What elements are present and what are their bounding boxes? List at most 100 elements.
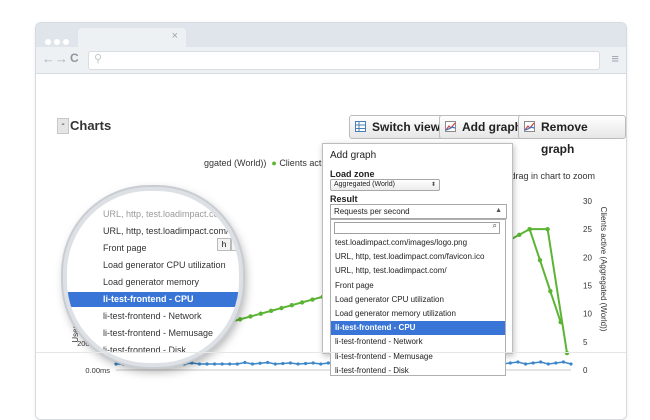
result-option[interactable]: test.loadimpact.com/images/logo.png xyxy=(331,236,505,250)
response-time-point xyxy=(190,361,194,365)
back-icon[interactable]: ← xyxy=(42,51,55,66)
clients-active-point xyxy=(545,226,550,232)
y-right-tick-label: 10 xyxy=(583,310,592,319)
response-time-point xyxy=(281,361,285,366)
clients-active-point xyxy=(527,226,532,232)
load-zone-value: Aggregated (World) xyxy=(334,181,395,188)
result-dropdown[interactable]: Requests per second ▲ ⌕ test.loadimpact.… xyxy=(330,204,507,376)
result-option[interactable]: li-test-frontend - Disk xyxy=(331,364,505,378)
y-right-tick-label: 25 xyxy=(583,225,592,234)
clients-active-point xyxy=(289,303,294,308)
y-right-axis-label: Clients active (Aggregated (World)) xyxy=(599,207,608,332)
clients-active-point xyxy=(248,314,253,319)
clients-active-point xyxy=(268,308,274,314)
address-bar[interactable]: ⚲ xyxy=(88,51,600,70)
response-time-point xyxy=(523,362,528,366)
zoom-magnifier: URL, http, test.loadimpact.com/ima h All… xyxy=(63,187,243,367)
response-time-point xyxy=(554,361,558,365)
response-time-point xyxy=(296,362,300,366)
result-value: Requests per second xyxy=(334,207,410,216)
x-tick-label: 11:30:00 xyxy=(226,372,255,374)
response-time-point xyxy=(508,361,512,365)
page-content: - Charts Switch view Add graph Remove gr… xyxy=(36,74,626,419)
title-bar: × xyxy=(36,23,626,47)
response-time-point xyxy=(319,362,323,366)
response-time-point xyxy=(250,362,255,366)
magnified-option[interactable]: li-test-frontend - Network xyxy=(67,309,239,324)
y-right-tick-label: 20 xyxy=(583,253,592,262)
nav-bar: ← → C ⚲ ≡ xyxy=(36,47,626,74)
response-time-point xyxy=(546,362,550,366)
response-time-point xyxy=(561,360,566,364)
response-time-point xyxy=(569,362,573,366)
x-tick-label: 11:34:00 xyxy=(557,372,586,374)
magnified-option[interactable]: Load generator memory utilization xyxy=(67,275,239,302)
chevron-updown-icon: ⬍ xyxy=(430,182,436,188)
response-time-point xyxy=(220,362,224,366)
window-dot[interactable] xyxy=(63,39,69,45)
clients-active-point xyxy=(537,257,543,263)
browser-tab[interactable]: × xyxy=(78,28,186,47)
reload-icon[interactable]: C xyxy=(70,51,79,65)
search-icon: ⚲ xyxy=(94,53,103,65)
result-option[interactable]: li-test-frontend - Network xyxy=(331,335,505,349)
clients-active-point xyxy=(558,319,563,325)
clients-active-point xyxy=(548,288,553,294)
menu-icon[interactable]: ≡ xyxy=(611,51,619,66)
result-option[interactable]: URL, http, test.loadimpact.com/ xyxy=(331,264,505,278)
x-tick-label: 11:29:00 xyxy=(143,372,172,374)
window-dot[interactable] xyxy=(54,39,60,45)
forward-icon[interactable]: → xyxy=(55,51,68,66)
divider xyxy=(36,352,626,353)
response-time-point xyxy=(114,362,118,366)
add-graph-popup: Add graph Load zone Aggregated (World) ⬍… xyxy=(322,143,513,376)
result-label: Result xyxy=(330,194,358,204)
magnified-option[interactable]: Load generator CPU utilization xyxy=(67,258,239,273)
clients-active-point xyxy=(258,311,263,316)
y-right-tick-label: 0 xyxy=(583,366,588,374)
magnified-option[interactable]: li-test-frontend - Disk xyxy=(67,343,239,358)
response-time-point xyxy=(288,361,293,365)
response-time-point xyxy=(197,362,202,366)
response-time-point xyxy=(228,362,232,366)
response-time-point xyxy=(243,360,247,365)
response-time-point xyxy=(235,362,239,366)
y-left-tick-label: 0.00ms xyxy=(85,366,110,374)
magnified-option[interactable]: Front page xyxy=(67,241,239,256)
result-option[interactable]: li-test-frontend - CPU xyxy=(331,321,505,336)
y-right-tick-label: 30 xyxy=(583,197,592,206)
chevron-up-icon: ▲ xyxy=(495,207,502,214)
result-option[interactable]: Front page xyxy=(331,279,505,293)
clients-active-point xyxy=(310,297,315,302)
magnified-option[interactable]: li-test-frontend - CPU xyxy=(67,292,239,307)
load-zone-select[interactable]: Aggregated (World) ⬍ xyxy=(330,179,440,191)
result-search-input[interactable]: ⌕ xyxy=(334,221,500,234)
response-time-point xyxy=(212,362,217,366)
y-right-tick-label: 5 xyxy=(583,338,588,347)
x-tick-label: 11:33:30 xyxy=(515,372,544,374)
response-time-point xyxy=(266,360,270,365)
result-select[interactable]: Requests per second ▲ xyxy=(330,204,507,219)
result-option[interactable]: Load generator CPU utilization xyxy=(331,293,505,307)
browser-window: × ← → C ⚲ ≡ - Charts Switch view Add gra… xyxy=(35,22,627,420)
clients-active-point xyxy=(299,300,305,305)
close-icon[interactable]: × xyxy=(172,30,178,42)
x-tick-label: 11:30:30 xyxy=(267,372,296,374)
window-dot[interactable] xyxy=(45,39,51,45)
magnified-option[interactable]: URL, http, test.loadimpact.com/ xyxy=(67,224,239,239)
response-time-point xyxy=(273,362,277,366)
search-icon: ⌕ xyxy=(492,221,497,230)
response-time-point xyxy=(205,362,209,366)
response-time-point xyxy=(311,361,315,365)
load-zone-label: Load zone xyxy=(330,169,375,179)
result-option[interactable]: URL, http, test.loadimpact.com/favicon.i… xyxy=(331,250,505,264)
clients-active-point xyxy=(279,305,284,311)
y-right-tick-label: 15 xyxy=(583,282,592,291)
clients-active-point xyxy=(517,232,522,237)
response-time-point xyxy=(303,361,308,366)
response-time-point xyxy=(258,361,262,365)
popup-title: Add graph xyxy=(330,150,377,161)
result-option[interactable]: Load generator memory utilization xyxy=(331,307,505,321)
response-time-point xyxy=(531,361,535,365)
magnified-option[interactable]: li-test-frontend - Memusage xyxy=(67,326,239,341)
